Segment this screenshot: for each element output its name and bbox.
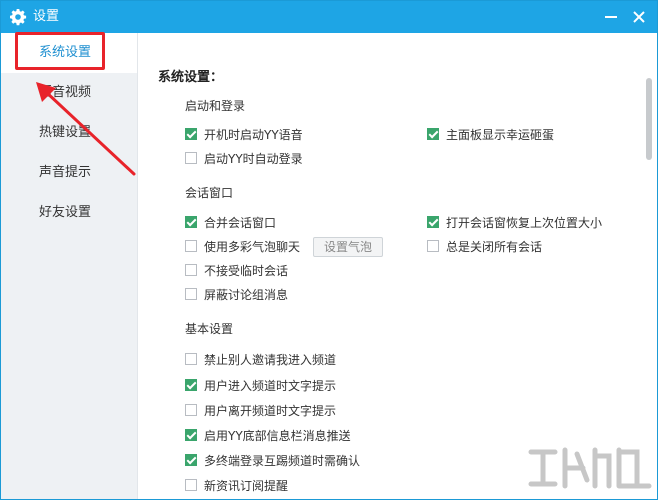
highlight-box <box>15 32 105 70</box>
option-label: 打开会话窗恢复上次位置大小 <box>446 216 603 230</box>
bubble-settings-button[interactable]: 设置气泡 <box>313 237 383 257</box>
option-label: 主面板显示幸运砸蛋 <box>446 128 555 142</box>
checkbox-icon[interactable] <box>185 454 197 466</box>
checkbox-icon[interactable] <box>185 288 197 300</box>
checkbox-icon[interactable] <box>185 429 197 441</box>
option-label: 禁止别人邀请我进入频道 <box>204 353 337 367</box>
option-label: 用户离开频道时文字提示 <box>204 404 337 418</box>
sidebar-item-label: 好友设置 <box>39 205 92 220</box>
checkbox-icon[interactable] <box>427 240 439 252</box>
minimize-icon[interactable] <box>601 7 621 27</box>
title-bar[interactable]: 设置 <box>1 1 657 33</box>
option-label: 总是关闭所有会话 <box>446 240 543 254</box>
checkbox-icon[interactable] <box>185 264 197 276</box>
section-title: 系统设置： <box>158 70 224 85</box>
scroll-thumb[interactable] <box>646 78 652 160</box>
watermark-logo-icon <box>528 447 652 489</box>
group-title-chat-window: 会话窗口 <box>185 186 234 200</box>
checkbox-icon[interactable] <box>185 479 197 491</box>
checkbox-icon[interactable] <box>185 152 197 164</box>
option-label: 合并会话窗口 <box>204 216 277 230</box>
checkbox-icon[interactable] <box>427 216 439 228</box>
checkbox-icon[interactable] <box>185 379 197 391</box>
close-icon[interactable] <box>629 7 649 27</box>
checkbox-icon[interactable] <box>185 240 197 252</box>
checkbox-icon[interactable] <box>185 128 197 140</box>
option-label: 启用YY底部信息栏消息推送 <box>204 429 351 443</box>
group-title-startup: 启动和登录 <box>185 99 246 113</box>
option-label: 新资讯订阅提醒 <box>204 479 289 493</box>
vertical-scrollbar[interactable] <box>640 33 657 499</box>
option-label: 屏蔽讨论组消息 <box>204 288 289 302</box>
group-title-basic: 基本设置 <box>185 322 234 336</box>
window-title: 设置 <box>33 9 60 24</box>
checkbox-icon[interactable] <box>427 128 439 140</box>
checkbox-icon[interactable] <box>185 216 197 228</box>
checkbox-icon[interactable] <box>185 353 197 365</box>
option-label: 使用多彩气泡聊天 <box>204 240 301 254</box>
settings-window: 设置 系统设置 语音视频 热键设置 声音提示 好友设置 系统设置： 启动和登录 … <box>0 0 658 500</box>
option-label: 用户进入频道时文字提示 <box>204 379 337 393</box>
annotation-arrow-icon <box>36 82 136 176</box>
option-label: 启动YY时自动登录 <box>204 152 303 166</box>
checkbox-icon[interactable] <box>185 404 197 416</box>
option-label: 开机时启动YY语音 <box>204 128 303 142</box>
gear-icon <box>10 9 27 26</box>
sidebar-item-friend-settings[interactable]: 好友设置 <box>1 193 137 233</box>
settings-content: 系统设置： 启动和登录 开机时启动YY语音 主面板显示幸运砸蛋 启动YY时自动登… <box>138 33 640 499</box>
option-label: 多终端登录互踢频道时需确认 <box>204 454 361 468</box>
option-label: 不接受临时会话 <box>204 264 289 278</box>
